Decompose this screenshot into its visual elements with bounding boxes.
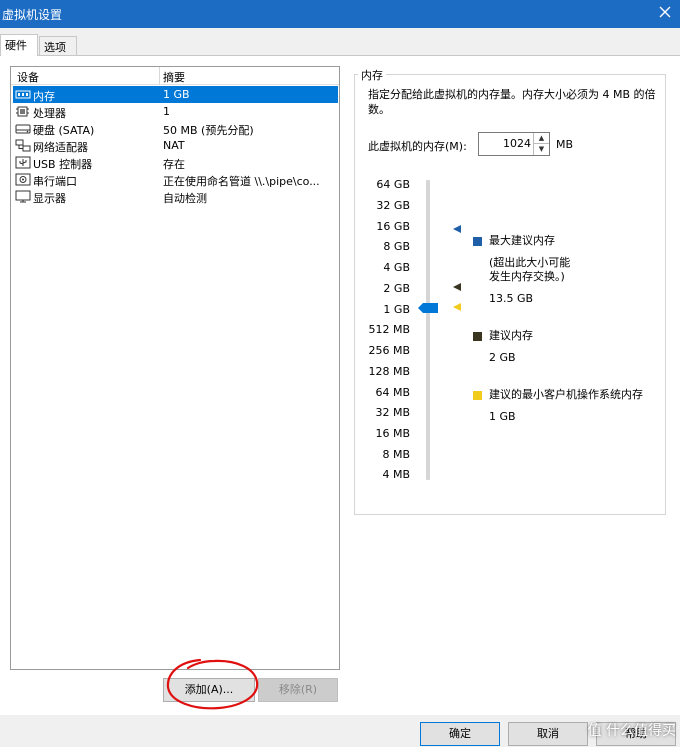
scale-tick-label: 8 GB bbox=[383, 240, 410, 253]
memory-description: 指定分配给此虚拟机的内存量。内存大小必须为 4 MB 的倍数。 bbox=[368, 88, 656, 116]
minimum-legend-swatch bbox=[473, 391, 482, 400]
memory-icon bbox=[15, 90, 31, 99]
memory-unit: MB bbox=[556, 138, 574, 151]
device-name: 串行端口 bbox=[33, 175, 77, 188]
usb-icon bbox=[15, 156, 31, 169]
scale-tick-label: 4 GB bbox=[383, 261, 410, 274]
display-icon bbox=[15, 190, 31, 203]
minimum-legend-title: 建议的最小客户机操作系统内存 bbox=[489, 388, 643, 401]
device-row-network-adapter[interactable]: 网络适配器 NAT bbox=[13, 137, 338, 154]
column-header-summary[interactable]: 摘要 bbox=[163, 69, 185, 85]
max-legend-note: 发生内存交换。) bbox=[489, 270, 565, 283]
device-name: 处理器 bbox=[33, 107, 66, 120]
scale-tick-label: 2 GB bbox=[383, 282, 410, 295]
tab-strip: 硬件 选项 bbox=[0, 34, 680, 56]
watermark: 值 什么值得买 bbox=[587, 723, 676, 739]
title-bar: 虚拟机设置 bbox=[0, 0, 680, 28]
max-legend-value: 13.5 GB bbox=[489, 292, 534, 305]
tab-options[interactable]: 选项 bbox=[39, 36, 77, 56]
device-summary: 自动检测 bbox=[163, 192, 207, 205]
device-summary: 1 GB bbox=[163, 88, 190, 101]
processor-icon bbox=[16, 106, 29, 117]
device-summary: NAT bbox=[163, 139, 185, 152]
device-name: USB 控制器 bbox=[33, 158, 93, 171]
device-list-header: 设备 摘要 bbox=[11, 67, 339, 85]
max-legend-title: 最大建议内存 bbox=[489, 234, 555, 247]
close-icon[interactable] bbox=[658, 4, 672, 20]
recommended-legend-value: 2 GB bbox=[489, 351, 516, 364]
memory-slider-track[interactable] bbox=[426, 180, 430, 480]
max-recommended-marker-icon bbox=[453, 225, 461, 233]
device-row-hard-disk[interactable]: 硬盘 (SATA) 50 MB (预先分配) bbox=[13, 120, 338, 137]
minimum-marker-icon bbox=[453, 303, 461, 311]
device-row-memory[interactable]: 内存 1 GB bbox=[13, 86, 338, 103]
spin-up-icon[interactable]: ▲ bbox=[534, 133, 549, 144]
annotation-circle bbox=[166, 658, 259, 710]
ok-button[interactable]: 确定 bbox=[420, 722, 500, 746]
device-name: 显示器 bbox=[33, 192, 66, 205]
scale-tick-label: 16 MB bbox=[375, 427, 410, 440]
device-summary: 50 MB (预先分配) bbox=[163, 124, 254, 137]
scale-tick-label: 64 GB bbox=[376, 178, 410, 191]
max-legend-swatch bbox=[473, 237, 482, 246]
device-row-serial-port[interactable]: 串行端口 正在使用命名管道 \\.\pipe\co... bbox=[13, 171, 338, 188]
device-summary: 存在 bbox=[163, 158, 185, 171]
recommended-legend-swatch bbox=[473, 332, 482, 341]
device-name: 硬盘 (SATA) bbox=[33, 124, 95, 137]
scale-tick-label: 32 MB bbox=[375, 406, 410, 419]
hard-disk-icon bbox=[15, 124, 31, 134]
scale-tick-label: 1 GB bbox=[383, 303, 410, 316]
memory-slider-thumb[interactable] bbox=[418, 303, 438, 313]
memory-field-label: 此虚拟机的内存(M): bbox=[368, 140, 467, 153]
scale-tick-label: 16 GB bbox=[376, 220, 410, 233]
scale-tick-label: 512 MB bbox=[368, 323, 410, 336]
serial-port-icon bbox=[15, 173, 31, 186]
device-summary: 1 bbox=[163, 105, 170, 118]
device-name: 网络适配器 bbox=[33, 141, 88, 154]
recommended-marker-icon bbox=[453, 283, 461, 291]
device-summary: 正在使用命名管道 \\.\pipe\co... bbox=[163, 175, 320, 188]
remove-hardware-button[interactable]: 移除(R) bbox=[258, 678, 338, 702]
scale-tick-label: 4 MB bbox=[382, 468, 410, 481]
minimum-legend-value: 1 GB bbox=[489, 410, 516, 423]
device-name: 内存 bbox=[33, 90, 55, 103]
memory-input[interactable]: 1024 bbox=[503, 137, 531, 150]
scale-tick-label: 8 MB bbox=[382, 448, 410, 461]
column-header-device[interactable]: 设备 bbox=[17, 69, 39, 85]
network-adapter-icon bbox=[15, 139, 31, 152]
scale-tick-label: 128 MB bbox=[368, 365, 410, 378]
scale-tick-label: 64 MB bbox=[375, 386, 410, 399]
memory-group-title: 内存 bbox=[358, 67, 386, 83]
memory-spinner-arrows: ▲ ▼ bbox=[533, 133, 549, 155]
column-divider[interactable] bbox=[159, 67, 160, 85]
tab-hardware[interactable]: 硬件 bbox=[0, 34, 38, 56]
scale-tick-label: 32 GB bbox=[376, 199, 410, 212]
device-list[interactable]: 设备 摘要 内存 1 GB 处理器 1 硬盘 (SATA) 50 MB (预先分… bbox=[10, 66, 340, 670]
scale-tick-label: 256 MB bbox=[368, 344, 410, 357]
device-row-usb-controller[interactable]: USB 控制器 存在 bbox=[13, 154, 338, 171]
window-title: 虚拟机设置 bbox=[2, 8, 63, 22]
recommended-legend-title: 建议内存 bbox=[489, 329, 533, 342]
spin-down-icon[interactable]: ▼ bbox=[534, 144, 549, 155]
device-row-display[interactable]: 显示器 自动检测 bbox=[13, 188, 338, 205]
memory-spinner[interactable]: 1024 ▲ ▼ bbox=[478, 132, 550, 156]
device-row-processor[interactable]: 处理器 1 bbox=[13, 103, 338, 120]
